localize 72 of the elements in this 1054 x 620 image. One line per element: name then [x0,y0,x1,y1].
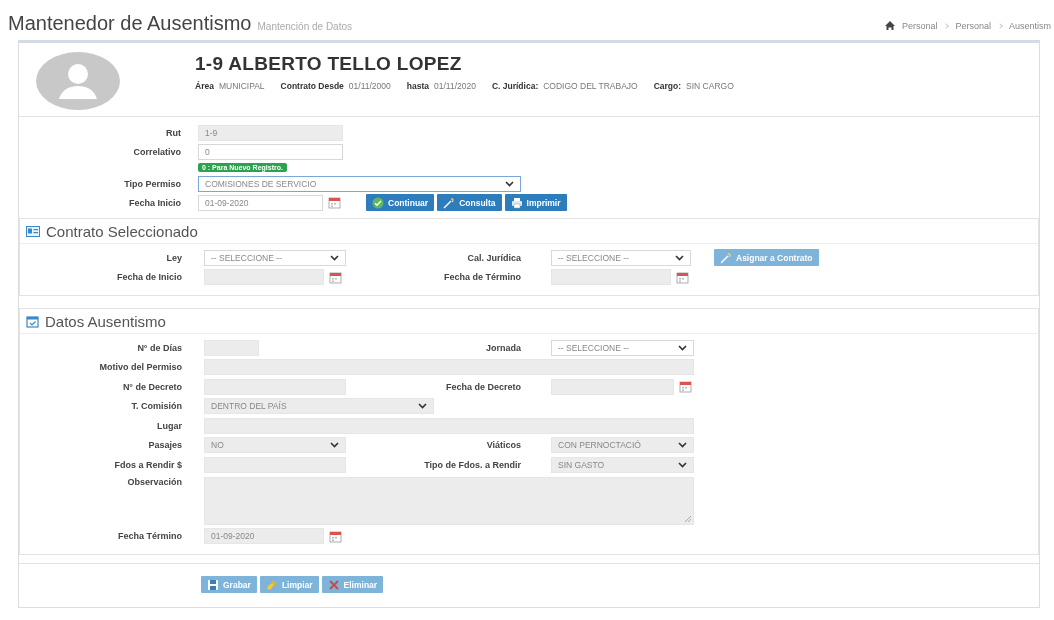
detail-value: CODIGO DEL TRABAJO [543,81,638,91]
page-subtitle: Mantención de Datos [257,21,352,32]
field-label: T. Comisión [131,401,182,412]
field-label: Fecha Inicio [129,197,181,208]
detail-label: Contrato Desde [280,81,344,91]
detail-value: 01/11/2020 [434,81,476,91]
field-label: Jornada [486,342,521,353]
detail-label: hasta [406,81,429,91]
chevron-down-icon [675,254,684,261]
breadcrumb-link[interactable]: Personal [901,20,938,31]
detail-value: SIN CARGO [686,81,734,91]
chevron-down-icon [678,344,687,351]
detail-value: 01/11/2000 [348,81,391,91]
field-label: Correlativo [133,146,181,157]
section-title: Datos Ausentismo [45,312,166,330]
date-field[interactable]: 01-09-2020 [198,194,323,211]
field-label: Fecha de Término [443,272,521,283]
cross-icon [327,578,340,591]
field-label: Tipo Permiso [124,178,181,189]
dropdown[interactable]: -- SELECCIONE -- [204,249,346,266]
dropdown[interactable]: COMISIONES DE SERVICIO [198,175,521,192]
detail-label: Cargo: [653,81,682,91]
brush-icon [265,578,278,591]
field-label: Fecha de Inicio [116,272,182,283]
field-label: Rut [166,127,181,138]
field-label: Fecha Término [118,531,182,542]
page-title: Mantenedor de Ausentismo [8,12,252,35]
field-label: Observación [127,476,182,487]
field-label: Ley [166,252,182,263]
chevron-down-icon [330,254,339,261]
field-label: Lugar [157,420,182,431]
chevron-down-icon [678,442,687,449]
action-button[interactable]: Continuar [366,194,435,211]
detail-value: MUNICIPAL [218,81,265,91]
printer-icon [510,196,523,209]
wand-icon [443,196,456,209]
field-label: N° de Días [137,342,182,353]
detail-label: C. Jurídica: [491,81,539,91]
home-icon [884,21,895,30]
resize-grip-icon [685,515,691,522]
check-icon [372,196,384,209]
avatar-icon [35,51,121,111]
chevron-down-icon [418,403,427,410]
dropdown[interactable]: -- SELECCIONE -- [551,249,691,266]
id-card-icon [26,225,40,237]
chevron-down-icon [678,461,687,468]
field-label: Tipo de Fdos. a Rendir [424,459,521,470]
wand-icon [720,251,732,264]
calendar-check-icon [26,314,39,328]
text-field[interactable]: 0 [198,143,343,160]
section-title: Contrato Seleccionado [46,222,198,240]
calendar-icon[interactable] [329,270,342,284]
calendar-icon[interactable] [679,380,692,394]
action-button[interactable]: Imprimir [504,194,567,211]
breadcrumb-link[interactable]: Personal [955,20,991,31]
detail-label: Área [195,81,214,91]
dropdown[interactable]: -- SELECCIONE -- [551,339,694,356]
breadcrumb-link[interactable]: Ausentism [1008,20,1051,31]
action-button[interactable]: Consulta [437,194,502,211]
field-label: Fecha de Decreto [445,381,521,392]
field-label: Cal. Jurídica [467,252,521,263]
field-label: Pasajes [148,440,182,451]
employee-name: 1-9 ALBERTO TELLO LOPEZ [195,53,463,75]
calendar-icon[interactable] [329,529,342,543]
chevron-down-icon [330,442,339,449]
field-label: Fdos a Rendir $ [114,459,182,470]
chevron-down-icon [505,180,514,187]
field-label: Motivo del Permiso [99,362,182,373]
calendar-icon[interactable] [328,196,341,209]
field-label: Viáticos [486,440,521,451]
calendar-icon[interactable] [676,270,689,284]
field-label: N° de Decreto [122,381,182,392]
